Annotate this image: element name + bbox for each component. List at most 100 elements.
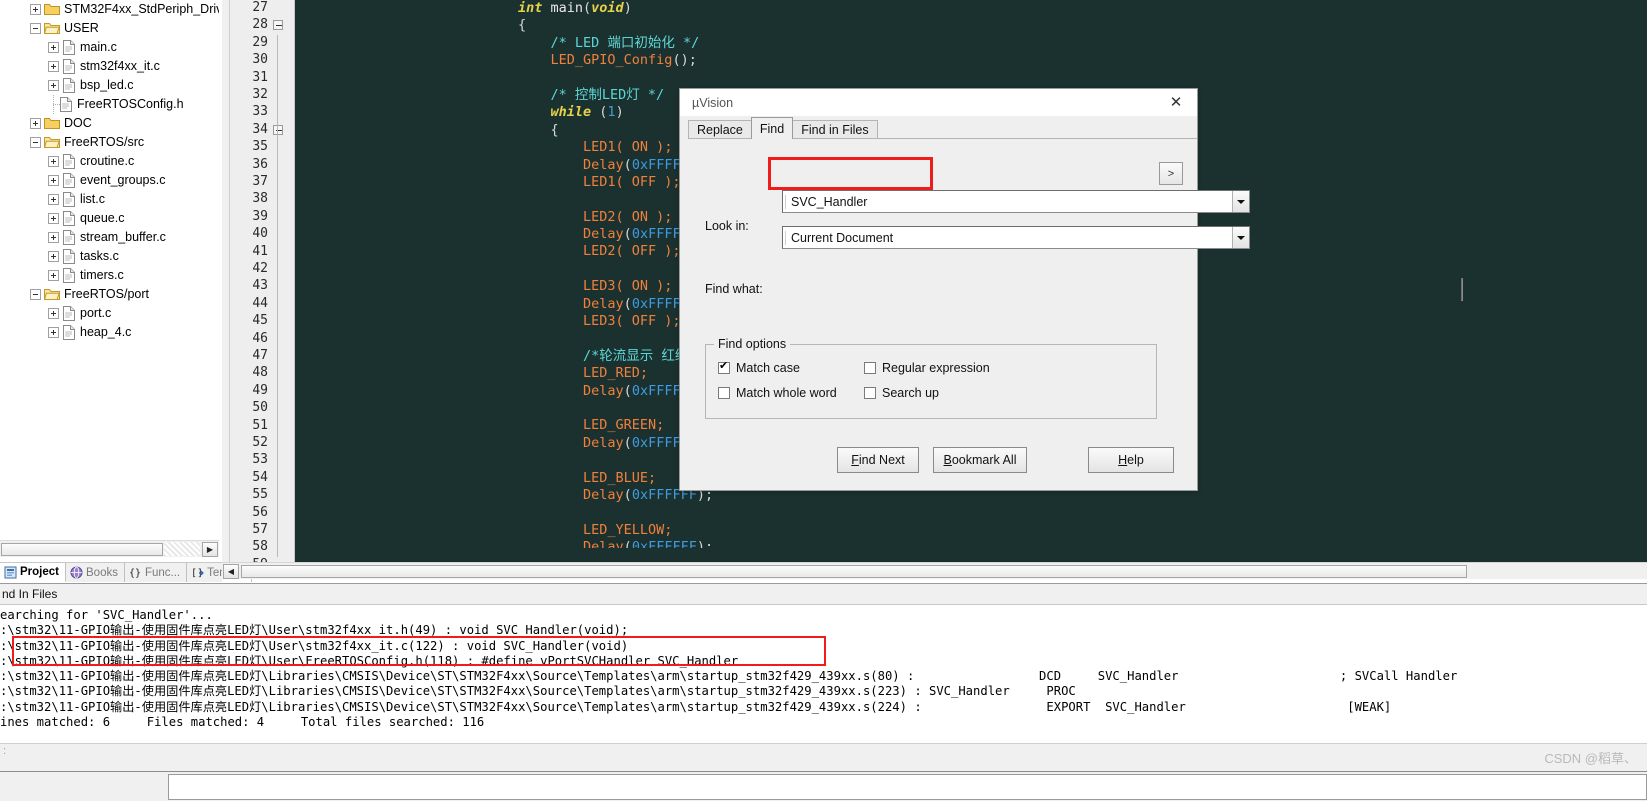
tree-item-user[interactable]: USER — [0, 19, 219, 38]
fold-bar — [277, 34, 278, 557]
tree-item-port.c[interactable]: port.c — [0, 304, 219, 323]
tree-item-stream_buffer.c[interactable]: stream_buffer.c — [0, 228, 219, 247]
output-line[interactable]: ines matched: 6 Files matched: 4 Total f… — [0, 715, 1647, 730]
checkbox-icon[interactable] — [718, 387, 730, 399]
line-number: 45 — [252, 313, 268, 329]
help-button[interactable]: Help — [1088, 447, 1174, 473]
checkbox-icon[interactable] — [864, 387, 876, 399]
code-token: ( — [623, 434, 632, 451]
checkbox-icon[interactable] — [864, 362, 876, 374]
tree-item-queue.c[interactable]: queue.c — [0, 209, 219, 228]
option-regular-expression[interactable]: Regular expression — [864, 361, 990, 375]
scroll-right-arrow-icon[interactable]: ▶ — [202, 542, 218, 557]
code-fold-toggle[interactable] — [273, 20, 283, 31]
tree-item-label: queue.c — [80, 211, 125, 225]
dialog-tab-replace[interactable]: Replace — [688, 120, 752, 139]
file-icon — [62, 230, 76, 245]
dialog-titlebar[interactable]: µVision ✕ — [680, 89, 1197, 116]
tree-item-main.c[interactable]: main.c — [0, 38, 219, 57]
tree-item-bsp_led.c[interactable]: bsp_led.c — [0, 76, 219, 95]
expand-icon[interactable] — [30, 118, 41, 129]
output-line[interactable]: :\stm32\11-GPIO输出-使用固件库点亮LED灯\Libraries\… — [0, 700, 1647, 715]
bookmark-all-label: Bookmark All — [943, 453, 1017, 467]
find-in-files-output[interactable]: earching for 'SVC_Handler'...:\stm32\11-… — [0, 608, 1647, 744]
find-dialog[interactable]: µVision ✕ Replace Find Find in Files Find … — [679, 88, 1463, 491]
expand-icon[interactable] — [48, 232, 59, 243]
output-line[interactable]: :\stm32\11-GPIO输出-使用固件库点亮LED灯\User\FreeR… — [0, 654, 1647, 669]
command-input[interactable] — [168, 774, 1647, 800]
chevron-down-icon[interactable] — [1232, 227, 1249, 248]
collapse-icon[interactable] — [30, 289, 41, 300]
tree-item-timers.c[interactable]: timers.c — [0, 266, 219, 285]
scroll-left-arrow-icon[interactable]: ◀ — [223, 564, 239, 579]
tree-item-freertosconfig.h[interactable]: FreeRTOSConfig.h — [0, 95, 219, 114]
line-number: 48 — [252, 365, 268, 381]
expand-icon[interactable] — [48, 194, 59, 205]
tree-item-tasks.c[interactable]: tasks.c — [0, 247, 219, 266]
tab-icon — [4, 566, 17, 579]
expand-icon[interactable] — [30, 4, 41, 15]
expand-icon[interactable] — [48, 156, 59, 167]
code-token: LED1( OFF ); — [518, 173, 681, 190]
tree-item-list.c[interactable]: list.c — [0, 190, 219, 209]
output-line[interactable]: earching for 'SVC_Handler'... — [0, 608, 1647, 623]
tab-icon: {} — [129, 566, 142, 579]
editor-horizontal-scrollbar[interactable]: ◀ — [222, 562, 1647, 579]
dialog-tab-find-in-files[interactable]: Find in Files — [792, 120, 878, 139]
output-line[interactable]: :\stm32\11-GPIO输出-使用固件库点亮LED灯\User\stm32… — [0, 639, 1647, 654]
bookmark-all-button[interactable]: Bookmark All — [933, 447, 1027, 473]
find-what-combobox[interactable]: SVC_Handler — [782, 190, 1250, 213]
expand-icon[interactable] — [48, 175, 59, 186]
dialog-tabs[interactable]: Replace Find Find in Files — [688, 117, 878, 139]
line-number: 27 — [252, 0, 268, 15]
expand-icon[interactable] — [48, 42, 59, 53]
find-next-button[interactable]: Find Next — [837, 447, 919, 473]
tree-item-heap_4.c[interactable]: heap_4.c — [0, 323, 219, 342]
dialog-tab-find[interactable]: Find — [750, 117, 794, 139]
expand-icon[interactable] — [48, 61, 59, 72]
expand-icon[interactable] — [48, 80, 59, 91]
code-token: main — [550, 0, 584, 16]
close-icon[interactable]: ✕ — [1155, 89, 1197, 116]
file-icon — [62, 192, 76, 207]
expand-icon[interactable] — [48, 327, 59, 338]
option-match-case[interactable]: Match case — [718, 360, 800, 375]
collapse-icon[interactable] — [30, 23, 41, 34]
tree-item-freertos/src[interactable]: FreeRTOS/src — [0, 133, 219, 152]
tree-item-event_groups.c[interactable]: event_groups.c — [0, 171, 219, 190]
code-token: 1 — [607, 104, 616, 121]
tree-item-stm32f4xx_it.c[interactable]: stm32f4xx_it.c — [0, 57, 219, 76]
collapse-icon[interactable] — [30, 137, 41, 148]
expand-icon[interactable] — [48, 270, 59, 281]
line-number: 39 — [252, 208, 268, 224]
look-in-value[interactable]: Current Document — [785, 230, 1232, 245]
tree-item-freertos/port[interactable]: FreeRTOS/port — [0, 285, 219, 304]
chevron-down-icon[interactable] — [1232, 191, 1249, 212]
project-tab-books[interactable]: Books — [66, 563, 125, 582]
expand-icon[interactable] — [48, 251, 59, 262]
code-fold-toggle[interactable] — [273, 124, 283, 135]
find-what-input[interactable]: SVC_Handler — [785, 194, 1232, 209]
output-line[interactable]: :\stm32\11-GPIO输出-使用固件库点亮LED灯\Libraries\… — [0, 684, 1647, 699]
expand-find-button[interactable]: > — [1159, 162, 1183, 185]
expand-icon[interactable] — [48, 213, 59, 224]
output-line[interactable]: :\stm32\11-GPIO输出-使用固件库点亮LED灯\User\stm32… — [0, 623, 1647, 638]
project-tree[interactable]: STM32F4xx_StdPeriph_Driver USER main.c stm3… — [0, 0, 219, 342]
project-tab-func[interactable]: {} Func... — [125, 563, 188, 582]
checkbox-icon[interactable] — [718, 360, 730, 374]
tree-item-croutine.c[interactable]: croutine.c — [0, 152, 219, 171]
scrollbar-thumb[interactable] — [241, 565, 1467, 578]
option-label: Search up — [882, 386, 939, 400]
tree-item-doc[interactable]: DOC — [0, 114, 219, 133]
tree-item-stm32f4xx_stdperiph_driver[interactable]: STM32F4xx_StdPeriph_Driver — [0, 0, 219, 19]
bottom-tab-bar[interactable] — [0, 771, 1647, 801]
option-search-up[interactable]: Search up — [864, 386, 939, 400]
look-in-combobox[interactable]: Current Document — [782, 226, 1250, 249]
option-match-whole-word[interactable]: Match whole word — [718, 386, 837, 400]
project-tab-project[interactable]: Project — [0, 563, 66, 582]
output-line[interactable]: :\stm32\11-GPIO输出-使用固件库点亮LED灯\Libraries\… — [0, 669, 1647, 684]
scrollbar-thumb[interactable] — [1, 543, 163, 556]
project-pane-tabs[interactable]: ProjectBooks{}Func...[]Temp... — [0, 562, 252, 582]
expand-icon[interactable] — [48, 308, 59, 319]
project-horizontal-scrollbar[interactable]: ▶ — [0, 540, 219, 557]
